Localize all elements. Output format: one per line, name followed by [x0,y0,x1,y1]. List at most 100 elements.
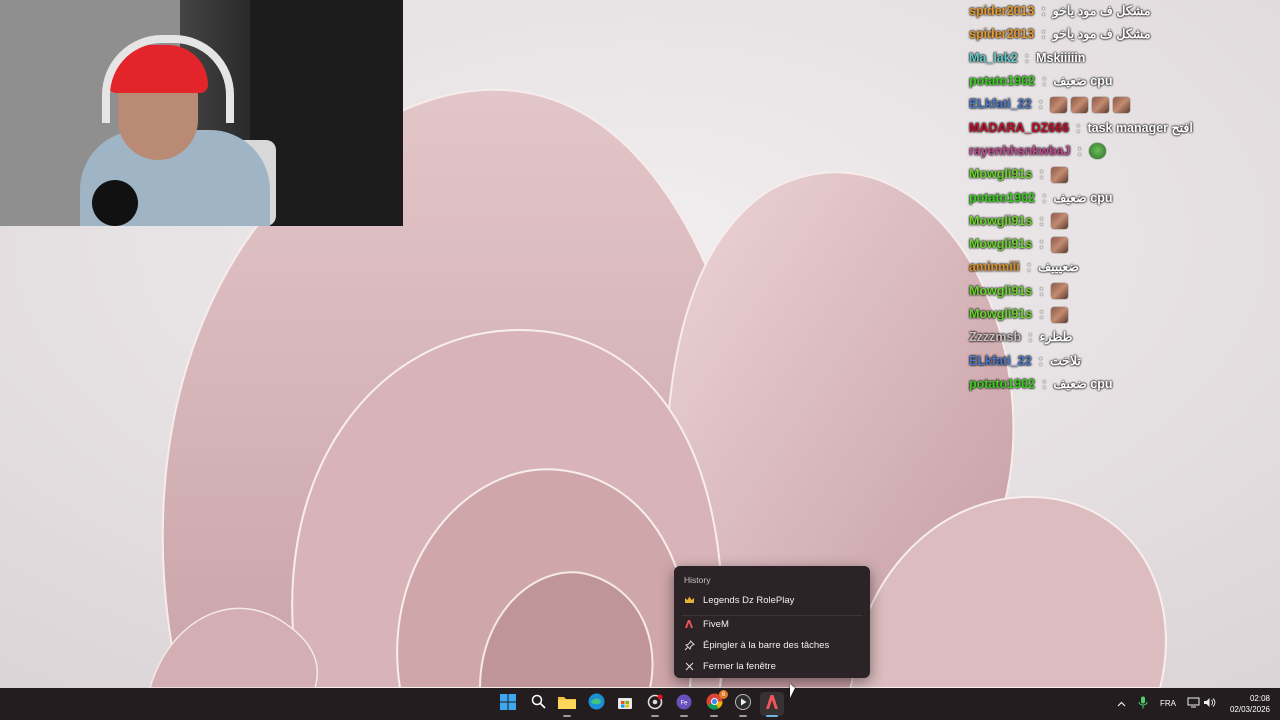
face-emote-icon [1050,213,1068,230]
chevron-up-icon [1117,699,1126,710]
running-indicator [680,715,688,717]
chat-username: rayenhhsnkwbaJ [969,143,1071,158]
chat-username: Zzzzmsb [969,330,1022,345]
chat-message: Zzzzmsb : طظرء [969,326,1269,349]
close-window-item[interactable]: Fermer la fenêtre [678,656,866,676]
chrome-button[interactable]: 6 [702,690,728,717]
face-emote-icon [1070,96,1088,113]
network-icon [1187,697,1200,711]
chat-text: task manager افتح [1087,120,1193,135]
store-button[interactable] [613,692,637,716]
speaker-icon [1203,697,1216,711]
start-button[interactable] [496,692,520,716]
search-icon [531,694,546,714]
chat-separator: : [1023,260,1035,275]
folder-icon [558,695,576,714]
chat-text: تلاخت [1049,353,1081,368]
chat-separator: : [1039,190,1050,205]
streaming-app-button[interactable]: Fe [672,692,696,717]
chat-text: Mskiiiiin [1036,50,1086,65]
chat-separator: : [1025,330,1036,345]
stream-chat-overlay: spider2013 : مشكل ف مود ياخو spider2013 :… [969,0,1269,396]
chat-separator: : [1039,74,1050,89]
chat-message: Mowgli91s : [969,210,1269,233]
mouse-cursor [790,684,795,698]
windows-start-icon [500,693,516,715]
chat-message: Mowgli91s : [969,280,1269,303]
chat-message: spider2013 : مشكل ف مود ياخو [969,23,1269,46]
jump-list-item-label: Fermer la fenêtre [703,660,776,672]
taskbar: Fe 6 FRA 02:08 02/03/2026 [0,688,1280,720]
chat-separator: : [1036,237,1047,252]
chat-username: spider2013 [969,27,1035,42]
chat-message: Mowgli91s : [969,233,1269,256]
chat-text: مشكل ف مود ياخو [1052,4,1151,19]
search-button[interactable] [526,692,550,716]
chat-text: ضعيف cpu [1053,376,1113,391]
play-icon [735,693,751,715]
microphone-tray-button[interactable] [1136,696,1150,712]
webcam-microphone [92,180,138,226]
edge-icon [588,693,605,715]
clock-time: 02:08 [1249,694,1270,703]
edge-button[interactable] [584,692,608,716]
pin-to-taskbar-item[interactable]: Épingler à la barre des tâches [678,635,866,655]
chat-message: potato1902 : ضعيف cpu [969,186,1269,209]
close-icon [678,662,700,671]
chat-separator: : [1039,376,1050,391]
notification-badge: 6 [719,690,728,699]
fivem-icon [765,694,779,715]
chat-separator: : [1036,213,1047,228]
face-emote-icon [1050,306,1068,323]
chat-message: ELkfati_22 : تلاخت [969,349,1269,372]
jump-list-item-label: Legends Dz RolePlay [703,594,795,606]
chat-text: طظرء [1039,330,1073,345]
chat-text: ضعيييف [1038,260,1080,275]
chat-message: MADARA_DZ666 : task manager افتح [969,116,1269,139]
microphone-icon [1138,696,1148,712]
chat-username: ELkfati_22 [969,97,1032,112]
chat-message: rayenhhsnkwbaJ : [969,140,1269,163]
fivem-taskbar-button[interactable] [760,692,784,717]
chat-username: Mowgli91s [969,213,1033,228]
face-emote-icon [1050,236,1068,253]
taskbar-jump-list: History Legends Dz RolePlay FiveM Épingl… [674,566,870,678]
volume-tray-button[interactable] [1202,697,1216,711]
jump-list-item-label: Épingler à la barre des tâches [703,639,830,651]
active-indicator [766,715,778,717]
webcam-overlay [0,0,403,226]
chat-username: Mowgli91s [969,237,1033,252]
chat-message: potato1902 : ضعيف cpu [969,373,1269,396]
jump-list-item-fivem[interactable]: FiveM [678,614,866,634]
chat-username: Mowgli91s [969,167,1033,182]
running-indicator [651,715,659,717]
clock[interactable]: 02:08 02/03/2026 [1230,693,1270,715]
jump-list-item-label: FiveM [703,618,729,630]
chat-separator: : [1038,4,1049,19]
chat-separator: : [1036,167,1047,182]
chat-separator: : [1036,307,1047,321]
chat-username: aminmili [969,260,1020,275]
face-emote-icon [1112,96,1130,113]
chat-username: Ma_lak2 [969,50,1018,65]
chat-username: Mowgli91s [969,283,1033,298]
show-hidden-icons-button[interactable] [1114,697,1128,711]
chat-message: spider2013 : مشكل ف مود ياخو [969,0,1269,23]
chat-separator: : [1035,97,1046,112]
settings-app-button[interactable] [643,692,667,717]
svg-text:Fe: Fe [680,700,688,706]
chat-message: potato1902 : ضعيف cpu [969,70,1269,93]
chat-text: مشكل ف مود ياخو [1052,27,1151,42]
settings-app-icon [647,694,663,715]
language-indicator[interactable]: FRA [1160,699,1176,708]
network-tray-button[interactable] [1186,697,1200,711]
jump-list-item-legends-dz[interactable]: Legends Dz RolePlay [678,590,866,610]
media-player-button[interactable] [731,692,755,717]
file-explorer-button[interactable] [555,692,579,717]
frog-emote-icon [1088,143,1106,160]
running-indicator [710,715,718,717]
streaming-app-icon: Fe [676,694,692,715]
chat-separator: : [1074,143,1085,158]
face-emote-icon [1050,283,1068,300]
face-emote-icon [1091,96,1109,113]
